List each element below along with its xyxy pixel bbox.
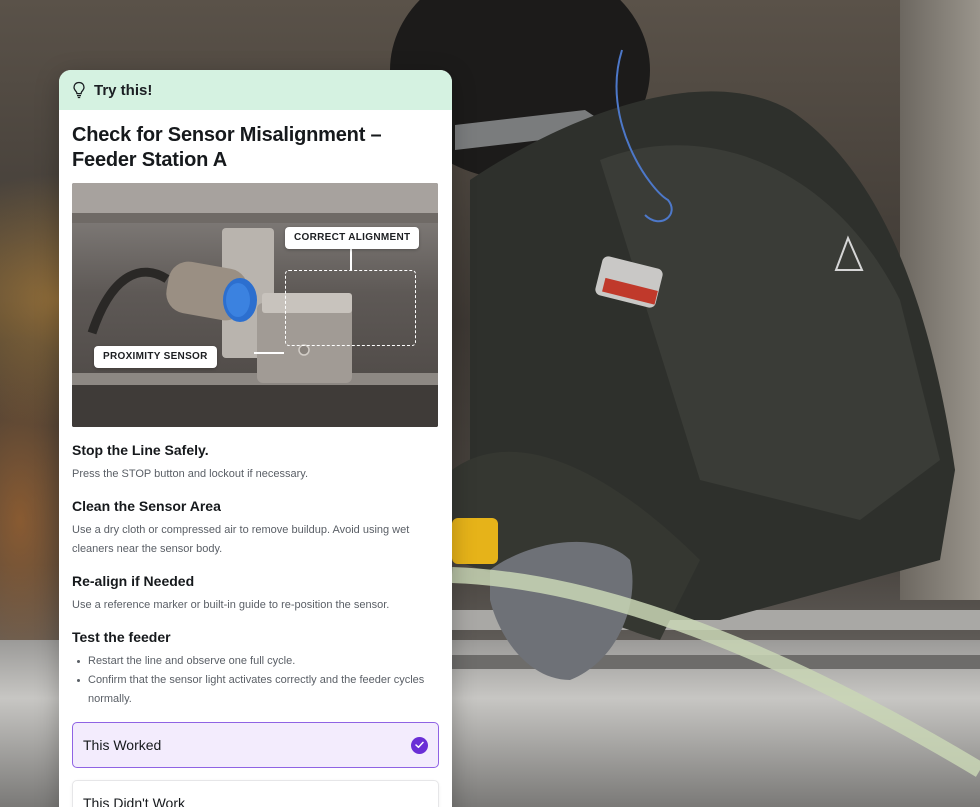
proximity-sensor-label: PROXIMITY SENSOR — [94, 346, 217, 368]
card-header: Try this! — [59, 70, 452, 110]
correct-alignment-label: CORRECT ALIGNMENT — [285, 227, 420, 249]
step-bullet-list: Restart the line and observe one full cy… — [72, 652, 439, 709]
step-bullet: Restart the line and observe one full cy… — [72, 652, 439, 671]
lightbulb-icon — [72, 81, 86, 99]
step-bullet: Confirm that the sensor light activates … — [72, 671, 439, 709]
callout-line-alignment — [350, 249, 352, 270]
step-heading: Stop the Line Safely. — [72, 442, 209, 458]
card-header-label: Try this! — [94, 81, 153, 99]
step-heading: Test the feeder — [72, 629, 171, 645]
check-icon — [411, 736, 428, 754]
step-heading: Re-align if Needed — [72, 573, 195, 589]
card-title: Check for Sensor Misalignment – Feeder S… — [72, 124, 382, 171]
step-heading: Clean the Sensor Area — [72, 498, 221, 514]
step-text: Press the STOP button and lockout if nec… — [72, 468, 309, 480]
this-worked-option[interactable]: This Worked — [72, 722, 439, 768]
step-text: Use a reference marker or built-in guide… — [72, 599, 390, 611]
callout-line-sensor — [254, 352, 284, 354]
this-didnt-work-option[interactable]: This Didn't Work — [72, 780, 439, 807]
alignment-target-outline — [285, 270, 416, 346]
this-didnt-work-label: This Didn't Work — [83, 795, 185, 807]
step-text: Use a dry cloth or compressed air to rem… — [72, 524, 410, 555]
troubleshooting-card: Try this! Check for Sensor Misalignment … — [59, 70, 452, 807]
sensor-photo: CORRECT ALIGNMENT PROXIMITY SENSOR — [72, 183, 438, 427]
this-worked-label: This Worked — [83, 737, 162, 753]
